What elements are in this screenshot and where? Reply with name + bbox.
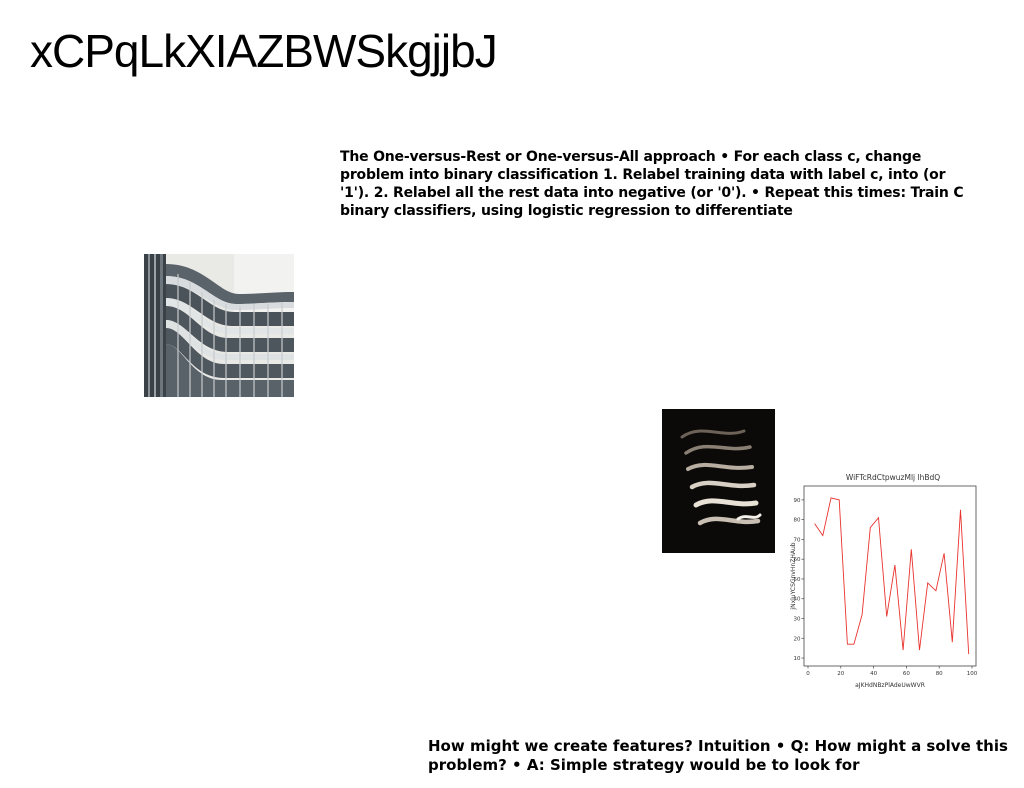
series-line [814,497,970,655]
y-tick-label: 10 [794,656,801,662]
x-tick-label: 60 [903,671,910,677]
building-photo [144,254,294,397]
x-tick-label: 40 [870,671,877,677]
y-tick-label: 30 [794,617,801,623]
x-tick-label: 20 [837,671,844,677]
x-tick-label: 0 [806,671,810,677]
abstract-photo [662,409,775,553]
slide-title: xCPqLkXIAZBWSkgjjbJ [30,25,498,77]
x-axis-label: aJKHdNBzPlAdeUwWVR [855,682,925,689]
x-tick-label: 100 [967,671,978,677]
y-tick-label: 90 [794,498,801,504]
body-text-top: The One-versus-Rest or One-versus-All ap… [340,149,964,219]
y-tick-label: 20 [794,636,801,642]
y-axis-label: jNxluYCSGnvHnZHAub [790,542,797,610]
y-tick-label: 80 [794,518,801,524]
body-text-bottom: How might we create features? Intuition … [428,737,1008,774]
chart-title: WiFTcRdCtpwuzMlj lhBdQ [846,473,940,482]
plot-area [803,485,977,667]
line-chart: WiFTcRdCtpwuzMlj lhBdQ 0 20 40 60 80 100 10 20 3… [790,468,985,696]
x-tick-label: 80 [936,671,943,677]
